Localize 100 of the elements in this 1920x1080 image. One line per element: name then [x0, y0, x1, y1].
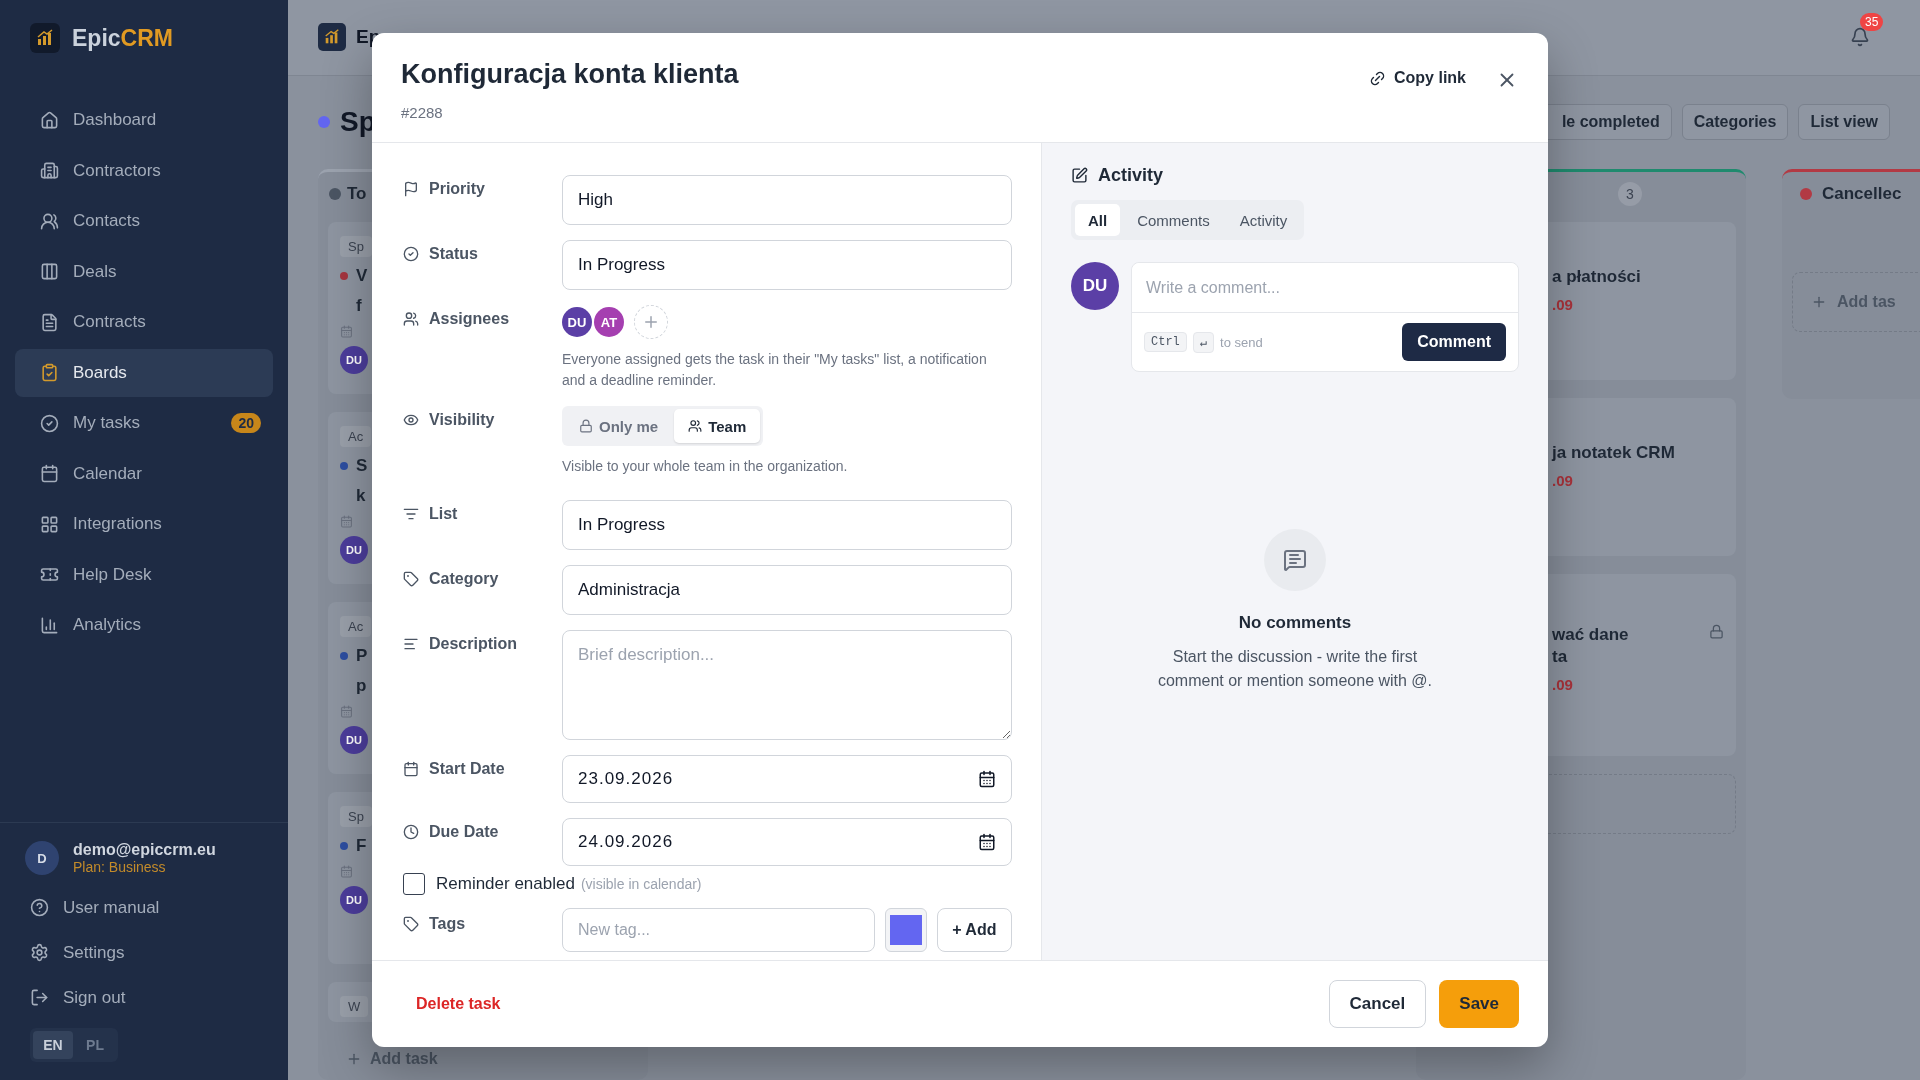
- calendar-icon[interactable]: [978, 833, 996, 851]
- reminder-label: Reminder enabled: [436, 874, 575, 894]
- due-date: .09: [1552, 676, 1574, 693]
- visibility-option[interactable]: Team: [674, 409, 761, 443]
- color-picker[interactable]: [885, 908, 927, 952]
- eye-icon: [403, 412, 419, 428]
- send-hint: to send: [1220, 334, 1264, 350]
- field-label: Visibility: [429, 411, 495, 429]
- category-field[interactable]: Administracja: [562, 565, 1012, 615]
- nav-item[interactable]: Deals: [15, 247, 273, 296]
- activity-tab[interactable]: Comments: [1124, 204, 1223, 236]
- field-label: Tags: [429, 915, 466, 933]
- nav-label: Boards: [73, 362, 128, 383]
- user-avatar: DU: [1071, 262, 1119, 310]
- column-dot: [329, 188, 341, 200]
- toolbar-button[interactable]: Categories: [1681, 104, 1789, 141]
- clock-icon: [403, 824, 419, 840]
- nav-item[interactable]: My tasks 20: [15, 399, 273, 447]
- save-button[interactable]: Save: [1439, 980, 1519, 1028]
- card-title: ta: [1552, 647, 1568, 666]
- user-email: demo@epiccrm.eu: [73, 841, 216, 859]
- nav-icon: [40, 110, 59, 130]
- sidebar-link[interactable]: Sign out: [15, 975, 273, 1020]
- visibility-option[interactable]: Only me: [565, 409, 673, 443]
- field-label: Description: [429, 635, 517, 653]
- card-tag: Sp: [340, 236, 372, 257]
- nav-icon: [40, 262, 59, 281]
- assignee-avatar[interactable]: AT: [594, 307, 624, 337]
- tag-icon: [403, 571, 419, 587]
- card-title: wać dane: [1552, 625, 1629, 644]
- column-title: To: [347, 184, 367, 204]
- card-tag: Ac: [340, 426, 372, 447]
- priority-field[interactable]: High: [562, 175, 1012, 225]
- card-title: V: [356, 265, 368, 287]
- list-icon: [403, 506, 419, 522]
- due-date-field[interactable]: 24.09.2026: [562, 818, 1012, 866]
- nav-item[interactable]: Contacts: [15, 197, 273, 245]
- comment-input[interactable]: Write a comment...: [1132, 263, 1518, 313]
- nav-item[interactable]: Dashboard: [15, 96, 273, 144]
- activity-title: Activity: [1098, 165, 1164, 186]
- nav-item[interactable]: Boards: [15, 348, 273, 397]
- nav-item[interactable]: Calendar: [15, 449, 273, 498]
- delete-button[interactable]: Delete task: [404, 989, 513, 1019]
- status-dot: [318, 116, 330, 129]
- calendar-icon: [340, 515, 353, 528]
- activity-tab[interactable]: Activity: [1226, 204, 1301, 236]
- status-field[interactable]: In Progress: [562, 240, 1012, 290]
- sidebar-link[interactable]: Settings: [15, 930, 273, 975]
- nav-icon: [40, 464, 59, 483]
- nav-label: Dashboard: [73, 110, 158, 130]
- start-date-field[interactable]: 23.09.2026: [562, 755, 1012, 803]
- nav-item[interactable]: Contracts: [15, 298, 273, 346]
- card-tag: Sp: [340, 806, 372, 827]
- nav-icon: [40, 565, 59, 584]
- nav-item[interactable]: Contractors: [15, 146, 273, 195]
- flag-icon: [403, 181, 419, 197]
- column-count: 3: [1618, 182, 1642, 206]
- nav-item[interactable]: Help Desk: [15, 550, 273, 599]
- nav-icon: [40, 312, 59, 332]
- card-title: a płatności: [1552, 267, 1641, 286]
- card-title: k: [356, 485, 366, 507]
- card-title: F: [356, 835, 367, 857]
- add-tag-button[interactable]: + Add: [936, 908, 1012, 952]
- cancel-button[interactable]: Cancel: [1328, 980, 1427, 1028]
- comment-box[interactable]: Write a comment... Ctrl ↵ to send Comment: [1131, 262, 1519, 372]
- nav-item[interactable]: Integrations: [15, 500, 273, 548]
- list-field[interactable]: In Progress: [562, 500, 1012, 550]
- check-circle-icon: [403, 246, 419, 262]
- comment-button[interactable]: Comment: [1402, 323, 1506, 361]
- nav-item[interactable]: Analytics: [15, 601, 273, 649]
- assignee-avatar: DU: [340, 726, 368, 754]
- activity-tab[interactable]: All: [1075, 204, 1121, 236]
- field-label: List: [429, 505, 458, 523]
- new-tag-field[interactable]: New tag...: [562, 908, 875, 952]
- field-label: Due Date: [429, 823, 499, 841]
- help-text: Visible to your whole team in the organization.: [562, 457, 849, 476]
- count-badge: 20: [231, 413, 261, 433]
- nav-icon: [40, 413, 59, 433]
- toolbar-button[interactable]: List view: [1798, 104, 1890, 141]
- calendar-icon[interactable]: [978, 770, 996, 788]
- users-icon: [688, 419, 703, 433]
- due-date: .09: [1552, 296, 1574, 313]
- plus-icon: [346, 1051, 362, 1067]
- copy-link-button[interactable]: Copy link: [1369, 69, 1466, 87]
- field-label: Status: [429, 245, 478, 263]
- sidebar-link[interactable]: User manual: [15, 885, 273, 930]
- bell-icon[interactable]: [1850, 27, 1870, 48]
- nav-label: Calendar: [73, 463, 143, 484]
- due-date: .09: [1552, 472, 1574, 489]
- reminder-checkbox[interactable]: [403, 873, 425, 895]
- description-field[interactable]: Brief description...: [562, 630, 1012, 740]
- assignee-avatar[interactable]: DU: [562, 307, 592, 337]
- language-option[interactable]: EN: [33, 1031, 73, 1059]
- assignee-avatar: DU: [340, 346, 368, 374]
- column-title: Cancellec: [1822, 184, 1902, 204]
- tag-icon: [403, 916, 419, 932]
- dialog-title: Konfiguracja konta klienta: [401, 59, 739, 90]
- column-dot: [1800, 188, 1812, 200]
- calendar-icon: [340, 705, 353, 718]
- plan-label: Plan: Business: [73, 859, 167, 875]
